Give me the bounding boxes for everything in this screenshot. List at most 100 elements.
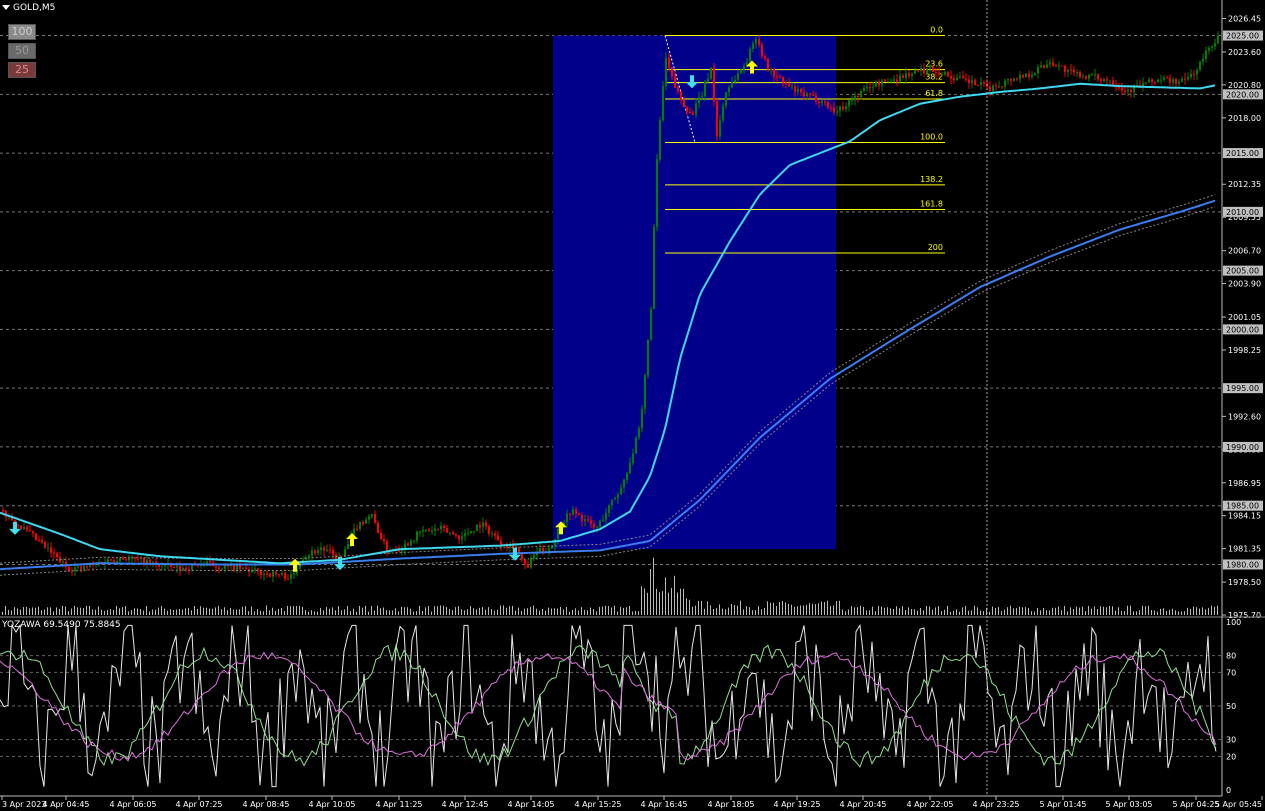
- volume-bar: [251, 606, 252, 615]
- price-bar-body: [1208, 47, 1210, 51]
- volume-bar: [137, 608, 138, 615]
- volume-bar: [92, 609, 93, 615]
- price-bar-body: [329, 549, 331, 551]
- volume-bar: [581, 607, 582, 615]
- volume-bar: [179, 609, 180, 615]
- volume-bar: [356, 611, 357, 615]
- volume-bar: [1175, 610, 1176, 615]
- price-bar-body: [74, 567, 76, 572]
- volume-bar: [134, 608, 135, 615]
- volume-bar: [956, 609, 957, 615]
- price-bar-body: [1190, 73, 1192, 78]
- volume-bar: [38, 606, 39, 615]
- volume-bar: [923, 610, 924, 615]
- price-bar-body: [1163, 77, 1165, 80]
- dropdown-triangle-icon[interactable]: [2, 5, 10, 10]
- volume-bar: [488, 607, 489, 615]
- price-bar-body: [980, 82, 982, 86]
- volume-bar: [146, 605, 147, 615]
- price-bar-body: [125, 559, 127, 561]
- price-bar-body: [1103, 79, 1105, 81]
- volume-bar: [380, 608, 381, 615]
- price-bar-body: [287, 578, 289, 580]
- price-bar-body: [641, 408, 643, 429]
- volume-bar: [821, 601, 822, 615]
- volume-bar: [500, 605, 501, 615]
- volume-bar: [620, 606, 621, 615]
- price-bar-body: [221, 568, 223, 570]
- volume-bar: [347, 606, 348, 615]
- volume-bar: [917, 610, 918, 615]
- price-bar-body: [677, 87, 679, 92]
- price-bar-body: [728, 87, 730, 93]
- price-bar-body: [50, 547, 52, 553]
- price-bar-body: [812, 94, 814, 96]
- volume-bar: [1064, 606, 1065, 615]
- volume-bar: [566, 606, 567, 615]
- level-tag-label: 2015.00: [1226, 149, 1259, 158]
- volume-bar: [746, 606, 747, 615]
- volume-bar: [1091, 608, 1092, 615]
- volume-bar: [83, 608, 84, 615]
- volume-bar: [872, 606, 873, 615]
- volume-bar: [512, 605, 513, 615]
- volume-bar: [1118, 607, 1119, 615]
- price-bar-body: [47, 547, 49, 549]
- volume-bar: [683, 588, 684, 615]
- price-bar-body: [1037, 67, 1039, 73]
- time-label: 4 Apr 19:25: [773, 800, 820, 809]
- volume-bar: [200, 606, 201, 615]
- price-bar-body: [578, 513, 580, 515]
- volume-bar: [44, 609, 45, 615]
- price-bar-body: [956, 77, 958, 81]
- volume-bar: [410, 608, 411, 615]
- price-bar-body: [758, 39, 760, 45]
- volume-bar: [998, 606, 999, 615]
- volume-bar: [332, 607, 333, 615]
- volume-bar: [71, 608, 72, 615]
- price-bar-body: [1169, 77, 1171, 83]
- volume-bar: [704, 608, 705, 615]
- price-bar-body: [347, 544, 349, 550]
- volume-bar: [8, 609, 9, 615]
- volume-bar: [788, 603, 789, 615]
- price-bar-body: [860, 91, 862, 98]
- time-label: 5 Apr 01:45: [1039, 800, 1086, 809]
- volume-bar: [413, 611, 414, 615]
- price-bar-body: [1052, 62, 1054, 66]
- volume-bar: [308, 611, 309, 615]
- price-chart[interactable]: 0.023.638.261.8100.0138.2161.8200 2026.4…: [0, 0, 1265, 811]
- volume-bar: [995, 608, 996, 615]
- volume-bar: [809, 603, 810, 615]
- button-50[interactable]: 50: [8, 43, 36, 59]
- price-bar-body: [548, 548, 550, 552]
- volume-bar: [653, 557, 654, 615]
- volume-bar: [713, 609, 714, 615]
- price-bar-body: [1043, 65, 1045, 68]
- volume-bar: [107, 609, 108, 615]
- price-bar-body: [869, 86, 871, 88]
- volume-bar: [32, 607, 33, 615]
- price-bar-body: [149, 559, 151, 563]
- volume-bar: [275, 610, 276, 615]
- volume-bar: [359, 605, 360, 615]
- price-bar-body: [569, 513, 571, 515]
- volume-bar: [740, 600, 741, 615]
- button-25[interactable]: 25: [8, 62, 36, 78]
- volume-bar: [272, 607, 273, 615]
- price-bar-body: [335, 554, 337, 560]
- volume-bar: [50, 607, 51, 615]
- volume-bar: [1100, 606, 1101, 615]
- price-bar-body: [725, 92, 727, 106]
- price-bar-body: [785, 82, 787, 84]
- time-label: 5 Apr 03:05: [1105, 800, 1152, 809]
- volume-bar: [386, 610, 387, 615]
- volume-bar: [1199, 608, 1200, 615]
- volume-bar: [593, 609, 594, 615]
- volume-bar: [467, 609, 468, 615]
- button-100[interactable]: 100: [8, 24, 36, 40]
- price-bar-body: [665, 57, 667, 86]
- price-bar-body: [356, 528, 358, 530]
- volume-bar: [701, 600, 702, 615]
- volume-bar: [59, 608, 60, 615]
